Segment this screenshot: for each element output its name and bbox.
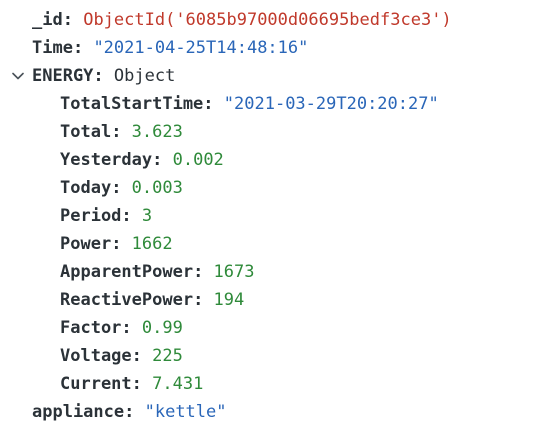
field-value: 0.99 (141, 318, 183, 338)
field-value: 1673 (213, 262, 255, 282)
field-value: 194 (213, 290, 245, 310)
field-energy-reactivepower[interactable]: ReactivePower: 194 (0, 286, 550, 314)
field-energy-power[interactable]: Power: 1662 (0, 230, 550, 258)
field-value: 0.003 (131, 178, 183, 198)
field-value: ObjectId('6085b97000d06695bedf3ce3') (83, 10, 452, 30)
field-value: 3.623 (131, 122, 183, 142)
field-energy-factor[interactable]: Factor: 0.99 (0, 314, 550, 342)
field-type: Object (113, 66, 176, 86)
field-key: Time (32, 38, 73, 58)
field-appliance[interactable]: appliance: "kettle" (0, 398, 550, 426)
field-value: 1662 (131, 234, 173, 254)
field-energy-apparentpower[interactable]: ApparentPower: 1673 (0, 258, 550, 286)
field-value: "2021-03-29T20:20:27" (223, 94, 439, 114)
field-value: "kettle" (144, 402, 227, 422)
field-key: Period (60, 206, 122, 226)
field-energy-total[interactable]: Total: 3.623 (0, 118, 550, 146)
field-id[interactable]: _id: ObjectId('6085b97000d06695bedf3ce3'… (0, 6, 550, 34)
field-key: ApparentPower (60, 262, 194, 282)
field-key: _id (32, 10, 63, 30)
document-viewer: _id: ObjectId('6085b97000d06695bedf3ce3'… (0, 6, 550, 426)
field-energy-yesterday[interactable]: Yesterday: 0.002 (0, 146, 550, 174)
field-energy-voltage[interactable]: Voltage: 225 (0, 342, 550, 370)
field-value: 225 (152, 346, 183, 366)
field-key: ReactivePower (60, 290, 194, 310)
field-key: TotalStartTime (60, 94, 204, 114)
field-value: "2021-04-25T14:48:16" (93, 38, 309, 58)
field-energy-today[interactable]: Today: 0.003 (0, 174, 550, 202)
field-key: Yesterday (60, 150, 153, 170)
field-key: Current (60, 374, 132, 394)
field-key: Today (60, 178, 112, 198)
field-time[interactable]: Time: "2021-04-25T14:48:16" (0, 34, 550, 62)
field-energy-current[interactable]: Current: 7.431 (0, 370, 550, 398)
field-energy[interactable]: ENERGY: Object (0, 62, 550, 90)
field-key: Total (60, 122, 112, 142)
field-key: ENERGY (32, 66, 94, 86)
field-key: Voltage (60, 346, 132, 366)
chevron-down-icon[interactable] (10, 62, 26, 90)
field-value: 7.431 (152, 374, 204, 394)
field-energy-totalstarttime[interactable]: TotalStartTime: "2021-03-29T20:20:27" (0, 90, 550, 118)
field-value: 0.002 (172, 150, 224, 170)
field-value: 3 (141, 206, 153, 226)
field-key: Factor (60, 318, 122, 338)
energy-subfields: TotalStartTime: "2021-03-29T20:20:27" Tot… (0, 90, 550, 398)
field-key: Power (60, 234, 112, 254)
field-energy-period[interactable]: Period: 3 (0, 202, 550, 230)
field-key: appliance (32, 402, 125, 422)
